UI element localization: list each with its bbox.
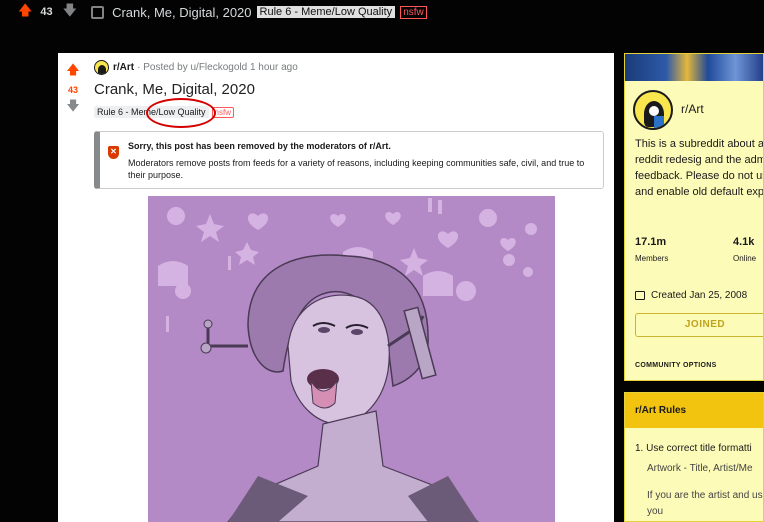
subreddit-link[interactable]: r/Art (113, 62, 134, 73)
rule-1-format: Artwork - Title, Artist/Me (647, 463, 753, 474)
cake-icon (635, 291, 645, 300)
removed-heading: Sorry, this post has been removed by the… (128, 141, 391, 151)
post-card: 🡅 43 🡇 r/Art · Posted by u/Fleckogold 1 … (58, 53, 614, 522)
posted-by[interactable]: · Posted by u/Fleckogold 1 hour ago (137, 62, 298, 73)
post-artwork-image[interactable] (148, 196, 555, 522)
vote-count: 43 (67, 85, 78, 95)
vote-count: 43 (40, 6, 53, 18)
online-label: Online (733, 254, 757, 263)
members-count: 17.1m (635, 236, 667, 248)
subreddit-sidebar: r/Art This is a subreddit about a suppor… (624, 53, 764, 381)
members-label: Members (635, 254, 669, 263)
rule-1-body: If you are the artist and use your own n… (647, 490, 763, 517)
online-count: 4.1k (733, 236, 755, 248)
topbar-flair[interactable]: Rule 6 - Meme/Low Quality (256, 6, 396, 18)
post-meta: r/Art · Posted by u/Fleckogold 1 hour ag… (94, 60, 298, 75)
created-text: Created Jan 25, 2008 (651, 290, 748, 301)
rule-1-title[interactable]: 1. Use correct title formatti (635, 443, 763, 454)
post-topbar: 🡅 43 🡇 Crank, Me, Digital, 2020 Rule 6 -… (0, 0, 764, 24)
vote-column: 🡅 43 🡇 (58, 53, 88, 119)
red-annotation-circle (146, 98, 216, 128)
removed-body: Moderators remove posts from feeds for a… (128, 158, 585, 180)
upvote-icon[interactable]: 🡅 (18, 0, 32, 24)
rules-panel: r/Art Rules 1. Use correct title formatt… (624, 392, 764, 522)
downvote-icon[interactable]: 🡇 (63, 0, 77, 24)
subreddit-avatar-icon[interactable] (633, 90, 673, 130)
sidebar-subreddit-name[interactable]: r/Art (681, 102, 704, 116)
upvote-icon[interactable]: 🡅 (58, 61, 88, 83)
image-post-icon (91, 5, 105, 19)
rules-header: r/Art Rules (625, 393, 763, 428)
topbar-nsfw-tag: nsfw (400, 5, 427, 19)
subreddit-avatar-icon[interactable] (94, 60, 109, 75)
created-date: Created Jan 25, 2008 (635, 290, 747, 301)
sidebar-description: This is a subreddit about a support the … (635, 138, 764, 198)
joined-button[interactable]: JOINED (635, 313, 763, 337)
post-title[interactable]: Crank, Me, Digital, 2020 (94, 81, 255, 98)
downvote-icon[interactable]: 🡇 (58, 97, 88, 119)
removed-shield-icon: ✕ (108, 146, 119, 159)
removed-notice: ✕ Sorry, this post has been removed by t… (94, 131, 604, 189)
subreddit-banner (625, 54, 763, 81)
topbar-title: Crank, Me, Digital, 2020 (112, 4, 252, 20)
community-options-toggle[interactable]: COMMUNITY OPTIONS (635, 362, 717, 369)
